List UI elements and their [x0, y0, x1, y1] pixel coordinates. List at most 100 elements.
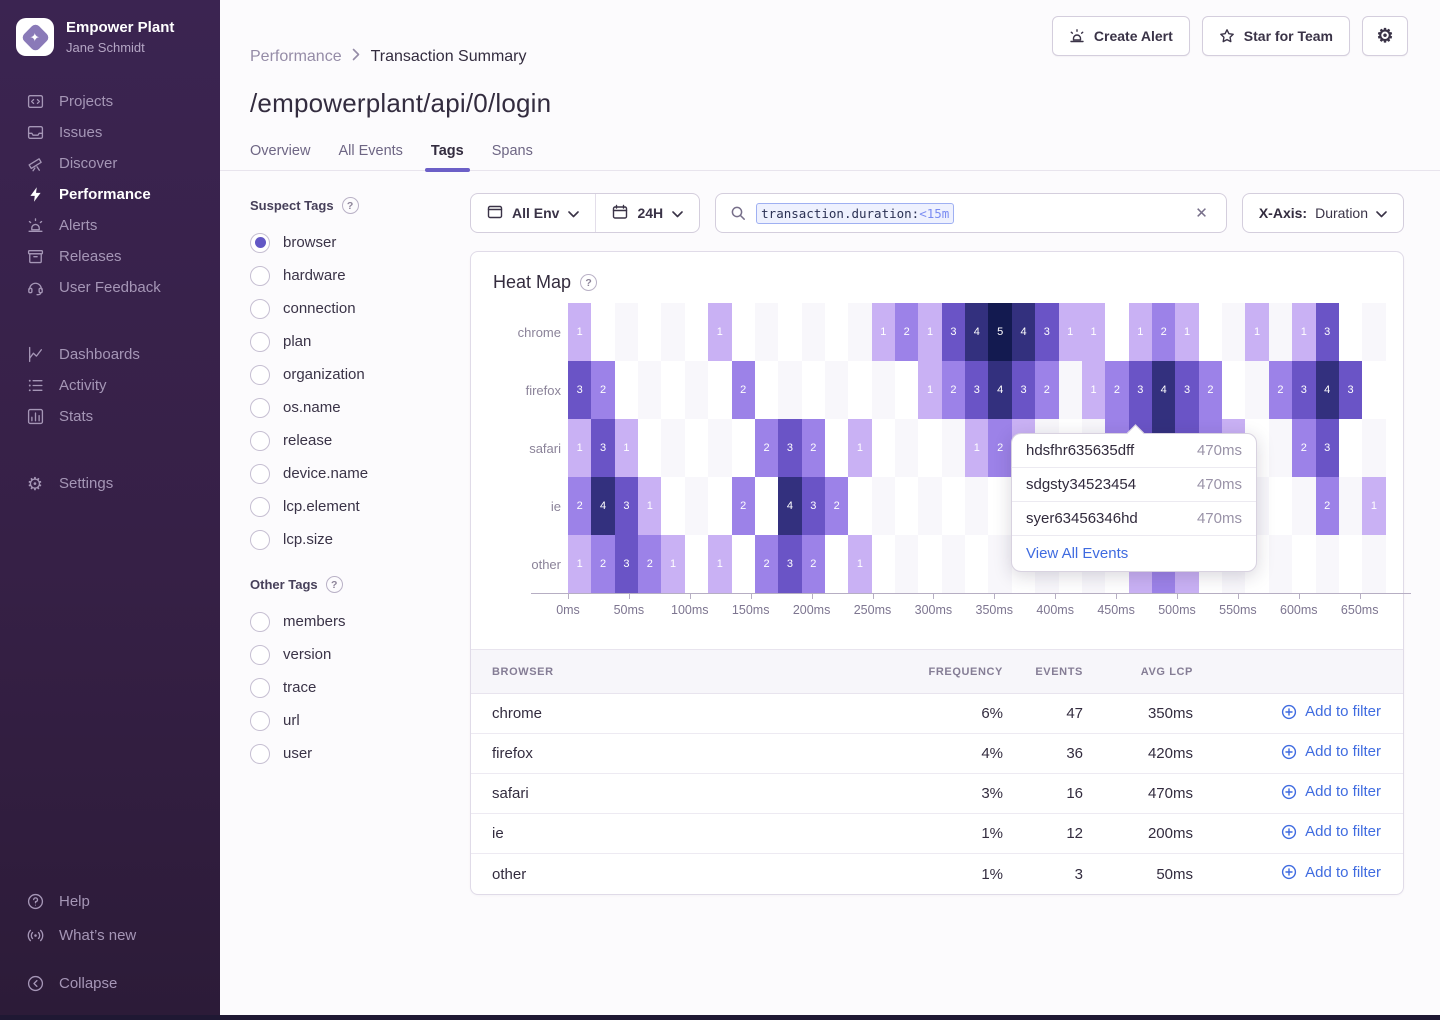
breadcrumb-performance[interactable]: Performance	[250, 48, 342, 66]
heatmap-cell[interactable]: 3	[1316, 419, 1339, 477]
tag-radio-version[interactable]: version	[250, 638, 450, 671]
heatmap-cell[interactable]: 2	[802, 419, 825, 477]
heatmap-cell[interactable]: 1	[568, 419, 591, 477]
heatmap-cell[interactable]: 3	[568, 361, 591, 419]
sidebar-item-activity[interactable]: Activity	[0, 370, 220, 401]
heatmap-cell[interactable]: 4	[1316, 361, 1339, 419]
environment-dropdown[interactable]: All Env	[471, 194, 595, 232]
help-icon[interactable]: ?	[580, 274, 597, 291]
heatmap-cell[interactable]: 1	[708, 303, 731, 361]
heatmap-cell[interactable]: 1	[918, 361, 941, 419]
heatmap-cell[interactable]: 1	[568, 535, 591, 593]
help-icon[interactable]: ?	[326, 576, 343, 593]
view-all-events-link[interactable]: View All Events	[1012, 536, 1256, 571]
add-to-filter-link[interactable]: Add to filter	[1281, 743, 1381, 760]
sidebar-item-help[interactable]: Help	[0, 884, 220, 918]
tag-radio-hardware[interactable]: hardware	[250, 259, 450, 292]
help-icon[interactable]: ?	[342, 197, 359, 214]
heatmap-cell[interactable]: 3	[1175, 361, 1198, 419]
heatmap-cell[interactable]: 1	[1175, 303, 1198, 361]
heatmap-cell[interactable]: 1	[568, 303, 591, 361]
sidebar-item-projects[interactable]: Projects	[0, 86, 220, 117]
tag-radio-browser[interactable]: browser	[250, 226, 450, 259]
heatmap-cell[interactable]: 4	[1152, 361, 1175, 419]
heatmap-cell[interactable]: 3	[965, 361, 988, 419]
tag-radio-user[interactable]: user	[250, 737, 450, 770]
heatmap-cell[interactable]: 3	[1316, 303, 1339, 361]
heatmap-cell[interactable]: 2	[895, 303, 918, 361]
heatmap-cell[interactable]: 2	[755, 419, 778, 477]
heatmap-cell[interactable]: 1	[708, 535, 731, 593]
sidebar-item-user-feedback[interactable]: User Feedback	[0, 272, 220, 303]
tag-radio-url[interactable]: url	[250, 704, 450, 737]
heatmap-cell[interactable]: 3	[778, 419, 801, 477]
heatmap-cell[interactable]: 2	[568, 477, 591, 535]
heatmap-cell[interactable]: 2	[1035, 361, 1058, 419]
heatmap-cell[interactable]: 1	[1059, 303, 1082, 361]
heatmap-cell[interactable]: 3	[1012, 361, 1035, 419]
sidebar-item-performance[interactable]: Performance	[0, 179, 220, 210]
heatmap-cell[interactable]: 3	[778, 535, 801, 593]
sidebar-item-discover[interactable]: Discover	[0, 148, 220, 179]
add-to-filter-link[interactable]: Add to filter	[1281, 823, 1381, 840]
heatmap-cell[interactable]: 3	[615, 477, 638, 535]
heatmap-cell[interactable]: 2	[732, 361, 755, 419]
tag-radio-os-name[interactable]: os.name	[250, 391, 450, 424]
heatmap-cell[interactable]: 3	[615, 535, 638, 593]
sidebar-item-releases[interactable]: Releases	[0, 241, 220, 272]
heatmap-cell[interactable]: 1	[918, 303, 941, 361]
tag-radio-trace[interactable]: trace	[250, 671, 450, 704]
tag-radio-device-name[interactable]: device.name	[250, 457, 450, 490]
x-axis-dropdown[interactable]: X-Axis: Duration	[1242, 193, 1404, 233]
tag-radio-lcp-element[interactable]: lcp.element	[250, 490, 450, 523]
heatmap-cell[interactable]: 4	[778, 477, 801, 535]
settings-gear-button[interactable]: ⚙	[1362, 16, 1408, 56]
heatmap-cell[interactable]: 4	[1012, 303, 1035, 361]
heatmap-cell[interactable]: 2	[802, 535, 825, 593]
heatmap-cell[interactable]: 2	[1199, 361, 1222, 419]
sidebar-item-issues[interactable]: Issues	[0, 117, 220, 148]
sidebar-item-stats[interactable]: Stats	[0, 401, 220, 432]
sidebar-item-alerts[interactable]: Alerts	[0, 210, 220, 241]
tag-radio-members[interactable]: members	[250, 605, 450, 638]
heatmap-cell[interactable]: 5	[988, 303, 1011, 361]
heatmap-cell[interactable]: 2	[1105, 361, 1128, 419]
date-range-dropdown[interactable]: 24H	[596, 194, 699, 232]
heatmap-cell[interactable]: 4	[988, 361, 1011, 419]
heatmap-cell[interactable]: 2	[591, 361, 614, 419]
sidebar-item-collapse[interactable]: Collapse	[0, 966, 220, 1000]
heatmap-cell[interactable]: 1	[1245, 303, 1268, 361]
heatmap-cell[interactable]: 2	[755, 535, 778, 593]
tab-tags[interactable]: Tags	[431, 143, 464, 170]
heatmap-cell[interactable]: 2	[942, 361, 965, 419]
heatmap-cell[interactable]: 2	[1316, 477, 1339, 535]
heatmap-cell[interactable]: 3	[1035, 303, 1058, 361]
heatmap-cell[interactable]: 1	[1292, 303, 1315, 361]
heatmap-cell[interactable]: 3	[1339, 361, 1362, 419]
heatmap-cell[interactable]: 3	[1129, 361, 1152, 419]
tab-all-events[interactable]: All Events	[338, 143, 402, 170]
heatmap-cell[interactable]: 1	[1082, 361, 1105, 419]
star-for-team-button[interactable]: Star for Team	[1202, 16, 1350, 56]
heatmap-cell[interactable]: 3	[591, 419, 614, 477]
heatmap-cell[interactable]: 3	[942, 303, 965, 361]
heatmap-cell[interactable]: 4	[591, 477, 614, 535]
heatmap-cell[interactable]: 2	[1152, 303, 1175, 361]
tab-overview[interactable]: Overview	[250, 143, 310, 170]
heatmap-cell[interactable]: 2	[732, 477, 755, 535]
heatmap-cell[interactable]: 1	[615, 419, 638, 477]
tag-radio-release[interactable]: release	[250, 424, 450, 457]
tab-spans[interactable]: Spans	[492, 143, 533, 170]
heatmap-cell[interactable]: 1	[1129, 303, 1152, 361]
heatmap-cell[interactable]: 1	[848, 419, 871, 477]
heatmap-cell[interactable]: 1	[965, 419, 988, 477]
tag-radio-lcp-size[interactable]: lcp.size	[250, 523, 450, 556]
heatmap-cell[interactable]: 2	[1292, 419, 1315, 477]
heatmap-cell[interactable]: 1	[848, 535, 871, 593]
create-alert-button[interactable]: Create Alert	[1052, 16, 1190, 56]
heatmap-cell[interactable]: 4	[965, 303, 988, 361]
heatmap-cell[interactable]: 1	[638, 477, 661, 535]
sidebar-item-what-s-new[interactable]: What’s new	[0, 918, 220, 952]
search-input[interactable]: transaction.duration:<15m ✕	[715, 193, 1227, 233]
heatmap-cell[interactable]: 3	[1292, 361, 1315, 419]
